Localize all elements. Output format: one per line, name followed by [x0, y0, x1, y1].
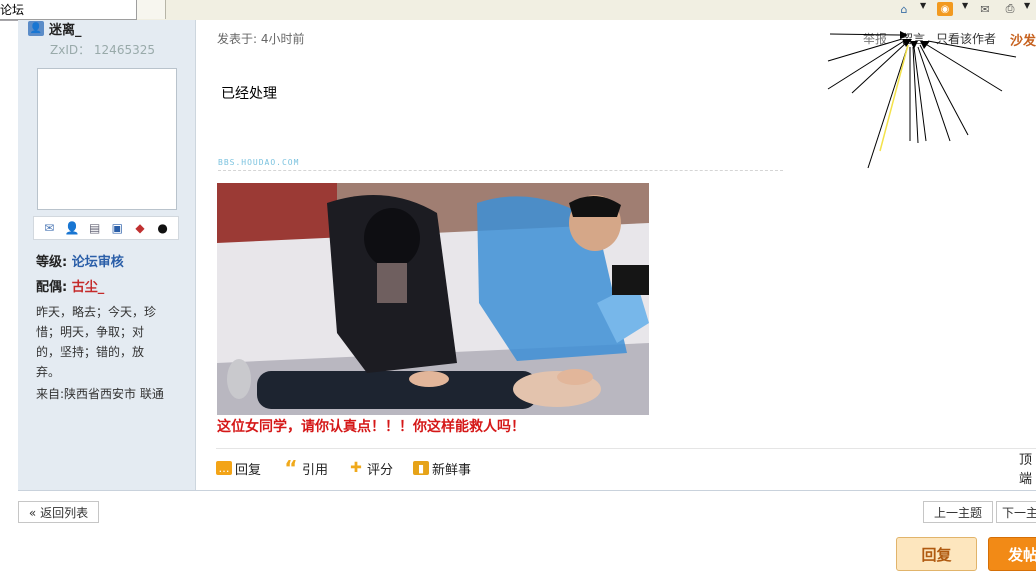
rss-icon[interactable]: ◉: [937, 2, 953, 16]
level-label: 等级:: [36, 255, 68, 270]
qq-icon[interactable]: ●: [154, 220, 171, 237]
browser-tab[interactable]: 论坛: [0, 0, 137, 20]
prev-topic-button[interactable]: 上一主题: [923, 501, 993, 523]
post-photo[interactable]: [217, 183, 649, 415]
mail-icon[interactable]: ✉: [41, 220, 58, 237]
divider: [218, 170, 783, 171]
home-icon[interactable]: ⌂: [895, 1, 913, 17]
rate-icon: ✚: [350, 460, 362, 476]
quote-icon: “: [284, 456, 298, 480]
chevron-down-icon[interactable]: ▼: [962, 1, 968, 10]
user-signature: 昨天，略去；今天，珍惜；明天，争取；对的，坚持；错的，放弃。: [36, 305, 157, 379]
spouse-label: 配偶:: [36, 280, 68, 295]
user-icon: 👤: [28, 21, 44, 36]
watermark: BBS.HOUDAO.COM: [218, 158, 300, 167]
new-post-button[interactable]: 发帖: [988, 537, 1036, 571]
print-icon[interactable]: ⎙: [1002, 1, 1018, 17]
user-spouse: 配偶: 古尘_: [36, 276, 104, 295]
mail-icon[interactable]: ✉: [977, 1, 993, 17]
chevron-down-icon[interactable]: ▼: [920, 1, 926, 10]
fresh-action-label: 新鲜事: [432, 462, 472, 478]
user-zxid: ZxID： 12465325: [50, 43, 155, 57]
post-caption: 这位女同学，请你认真点！！！你这样能救人吗！: [217, 419, 525, 435]
bookmark-icon: ▮: [413, 461, 429, 475]
search-doc-icon[interactable]: ▤: [86, 220, 103, 237]
back-to-list-button[interactable]: « 返回列表: [18, 501, 99, 523]
user-level: 等级: 论坛审核: [36, 251, 124, 270]
quote-action-label: 引用: [302, 462, 329, 478]
username-row[interactable]: 👤 迷离_: [28, 19, 82, 38]
user-location: 来自:陕西省西安市 联通: [36, 387, 164, 401]
browser-tab-title: 论坛: [0, 3, 25, 17]
post-time: 发表于: 4小时前: [217, 32, 305, 46]
quote-action[interactable]: “ 引用: [283, 456, 329, 480]
blocks-icon[interactable]: ◆: [131, 220, 148, 237]
next-topic-button[interactable]: 下一主题: [996, 501, 1036, 523]
reply-action-label: 回复: [235, 462, 262, 478]
chevron-down-icon[interactable]: ▼: [1024, 1, 1030, 10]
new-tab-button[interactable]: [137, 0, 166, 19]
fresh-action[interactable]: ▮ 新鲜事: [413, 459, 472, 478]
level-value: 论坛审核: [71, 255, 124, 270]
rate-action[interactable]: ✚ 评分: [348, 459, 394, 478]
profile-card-icon[interactable]: ▣: [109, 220, 126, 237]
divider: [216, 448, 1036, 449]
post-text: 已经处理: [221, 86, 277, 102]
spouse-value[interactable]: 古尘_: [72, 280, 105, 295]
rate-action-label: 评分: [367, 462, 394, 478]
reply-button[interactable]: 回复: [896, 537, 977, 571]
reply-action[interactable]: … 回复: [216, 459, 262, 478]
username[interactable]: 迷离_: [49, 19, 82, 38]
arrow-annotation: [827, 31, 1017, 169]
add-friend-icon[interactable]: 👤: [63, 220, 80, 237]
user-action-bar: ✉ 👤 ▤ ▣ ◆ ●: [33, 216, 179, 240]
avatar[interactable]: [37, 68, 177, 210]
reply-icon: …: [216, 461, 232, 475]
back-to-top-link[interactable]: 顶端: [1019, 453, 1036, 487]
divider: [18, 490, 1036, 491]
